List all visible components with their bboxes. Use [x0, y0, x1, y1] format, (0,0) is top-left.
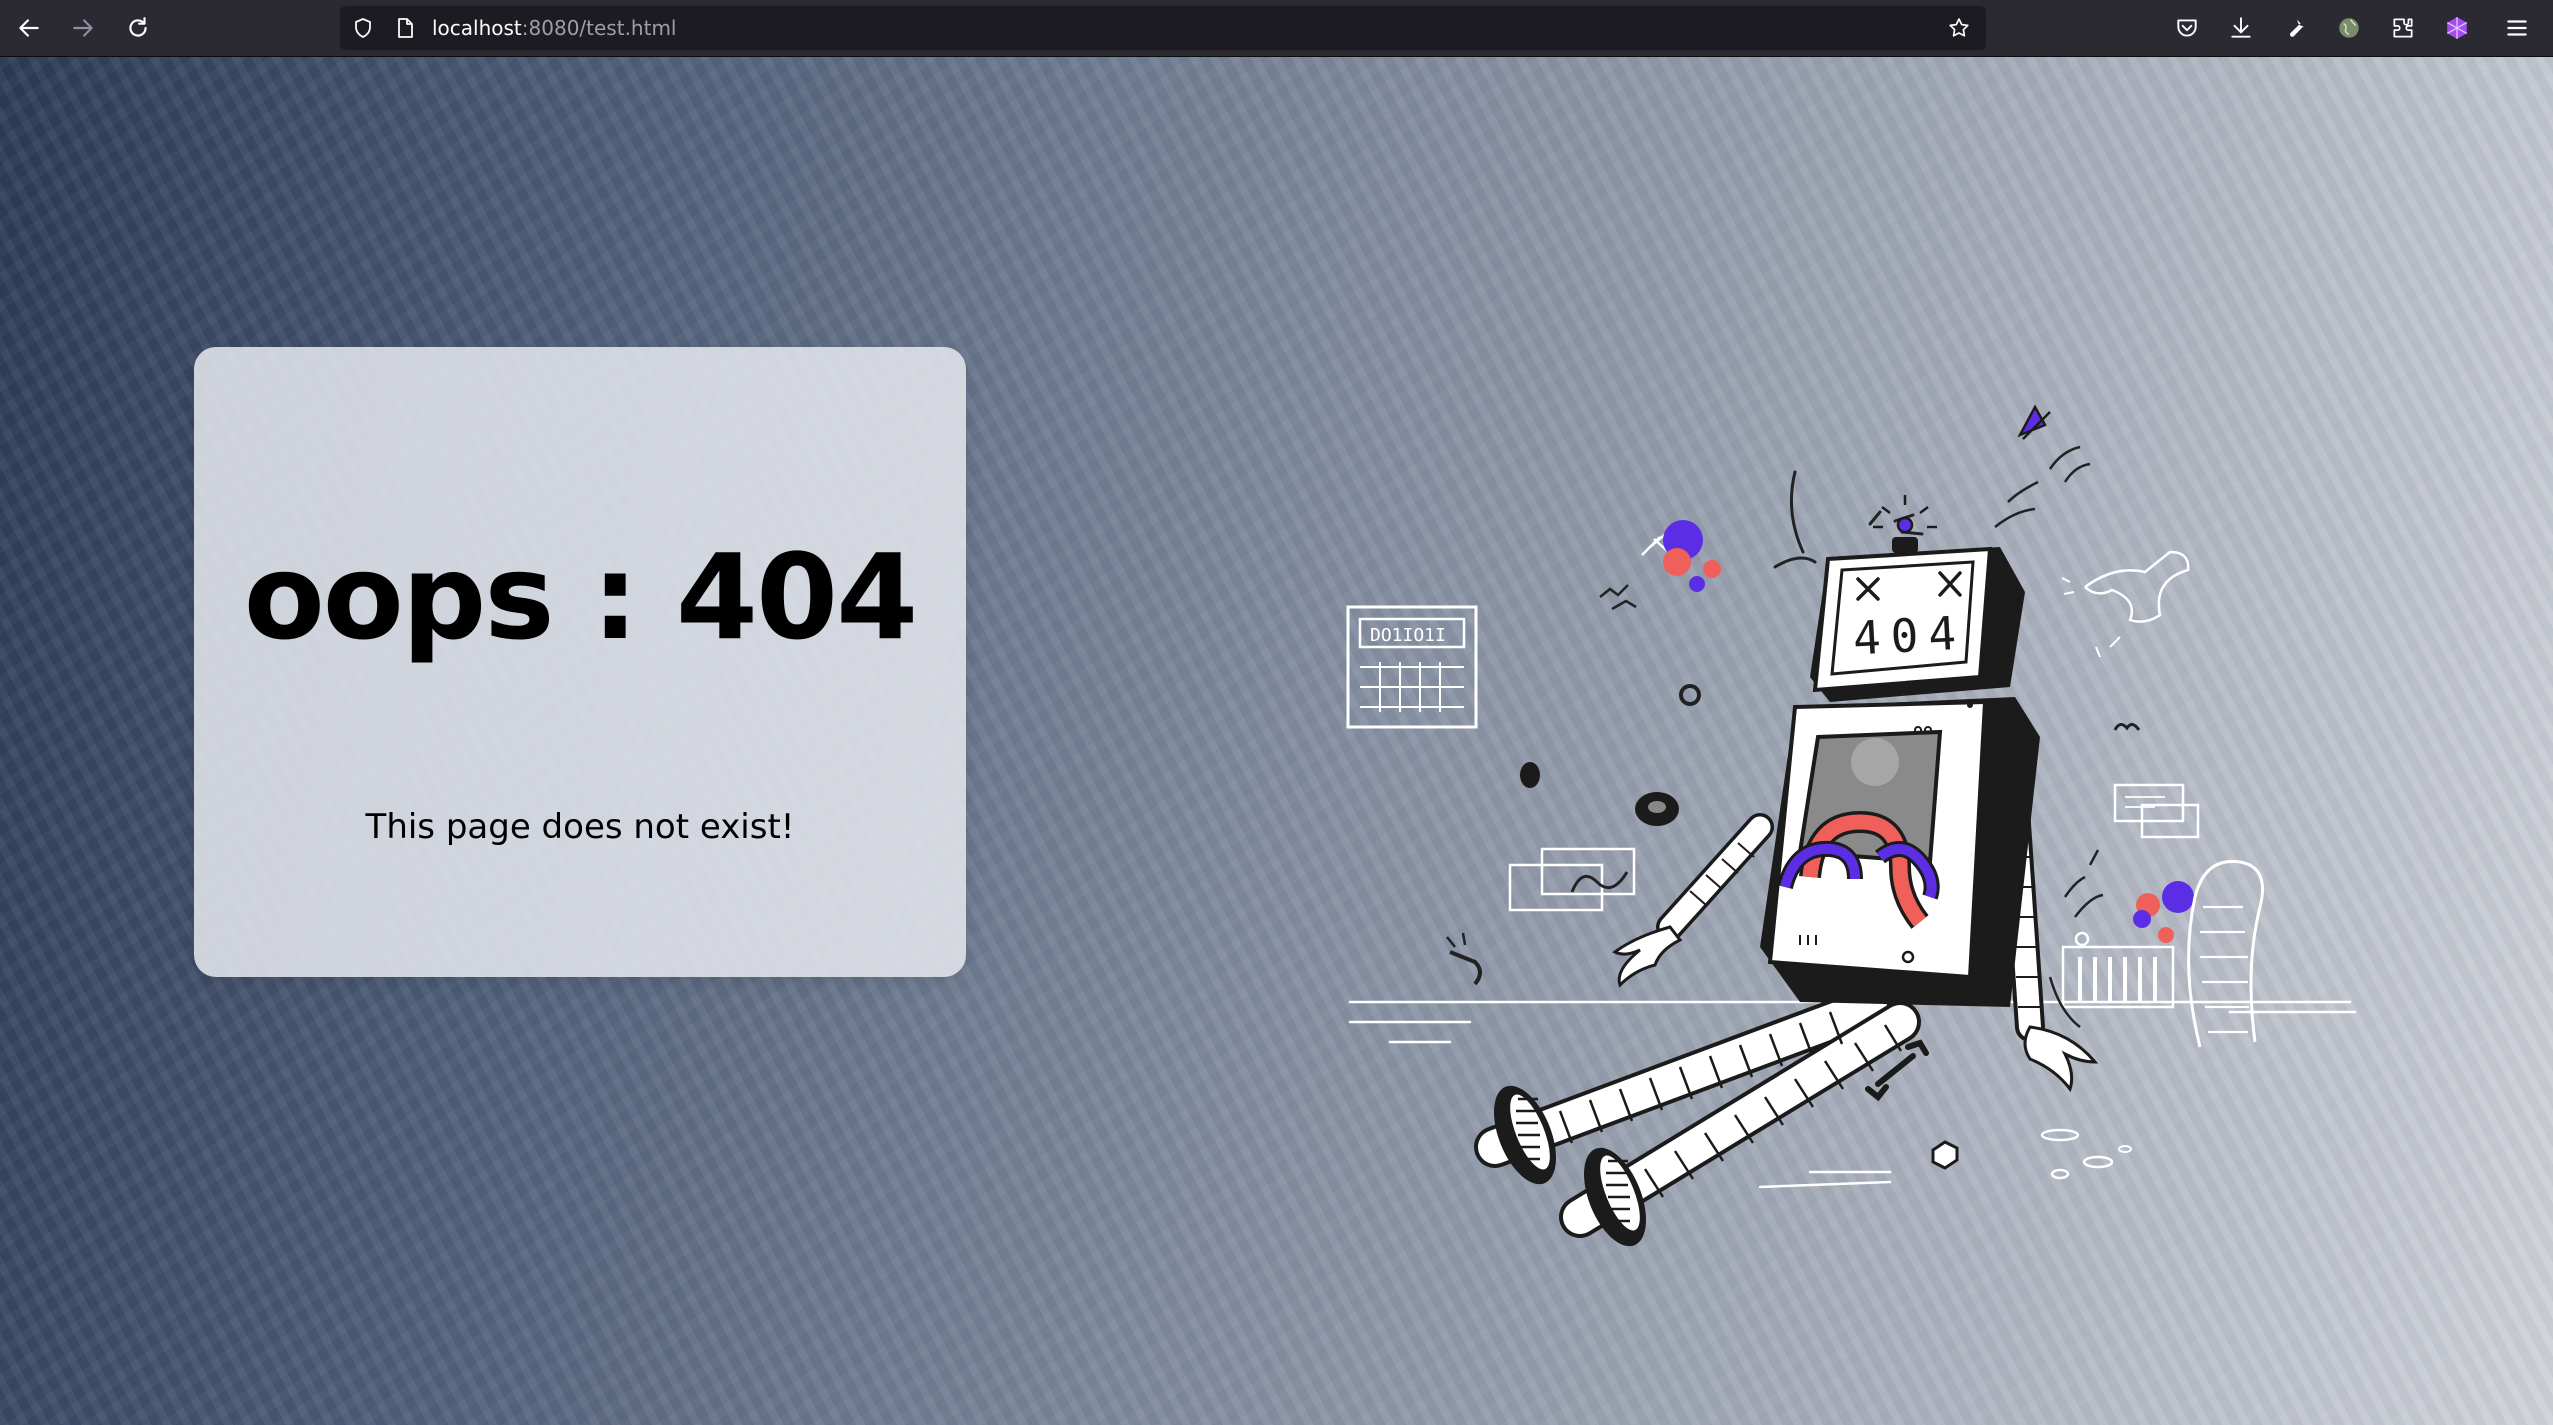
url-host: localhost	[432, 16, 522, 40]
reload-button[interactable]	[118, 8, 158, 48]
binary-text: DO1IO1I	[1370, 625, 1446, 646]
extension-cube-icon	[2446, 17, 2468, 39]
pocket-button[interactable]	[2167, 8, 2207, 48]
extension-globe-icon	[2339, 18, 2359, 38]
extension-cube-button[interactable]	[2437, 8, 2477, 48]
pocket-icon	[2177, 19, 2197, 37]
robot-legs	[1474, 986, 1921, 1247]
extensions-button[interactable]	[2383, 8, 2423, 48]
browser-toolbar: localhost:8080/test.html	[0, 0, 2553, 57]
error-title: oops : 404	[243, 528, 919, 666]
puzzle-icon	[2393, 18, 2413, 38]
address-bar[interactable]: localhost:8080/test.html	[340, 6, 1986, 50]
download-icon	[2231, 17, 2251, 38]
url-path: :8080/test.html	[521, 16, 677, 40]
downloads-button[interactable]	[2221, 8, 2261, 48]
error-card: oops : 404 This page does not exist!	[194, 347, 966, 977]
extension-globe-button[interactable]	[2329, 8, 2369, 48]
forward-button[interactable]	[63, 8, 103, 48]
devtools-button[interactable]	[2275, 8, 2315, 48]
bookmark-star-icon[interactable]	[1946, 15, 1972, 41]
page-viewport: oops : 404 This page does not exist! DO1…	[0, 57, 2553, 1425]
robot-body	[1760, 697, 2040, 1007]
wrench-icon	[2289, 19, 2304, 37]
forward-arrow-icon	[73, 19, 93, 37]
back-arrow-icon	[19, 19, 39, 37]
robot-head: 404	[1810, 495, 2025, 702]
hamburger-menu-icon	[2507, 20, 2527, 36]
binary-panel: DO1IO1I	[1346, 605, 1478, 729]
url-text[interactable]: localhost:8080/test.html	[432, 6, 676, 50]
app-menu-button[interactable]	[2497, 8, 2537, 48]
back-button[interactable]	[9, 8, 49, 48]
reload-icon	[129, 17, 147, 37]
page-icon[interactable]	[392, 15, 418, 41]
error-message: This page does not exist!	[365, 807, 795, 847]
shield-icon[interactable]	[350, 15, 376, 41]
robot-screen-text: 404	[1852, 606, 1968, 666]
broken-robot-illustration: DO1IO1I 404	[1346, 404, 2357, 1247]
